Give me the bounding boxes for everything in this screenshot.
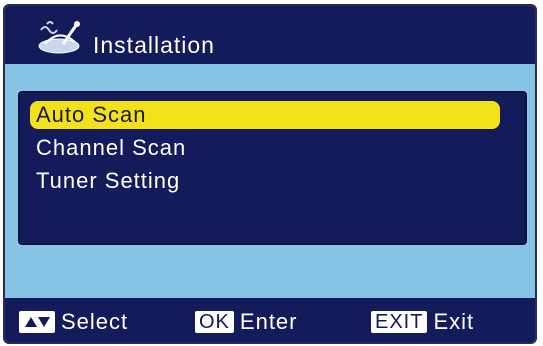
select-label: Select xyxy=(61,309,129,334)
title-bar: Installation xyxy=(5,6,535,64)
footer-hints: Select OK Enter EXIT Exit xyxy=(5,298,535,342)
satellite-dish-icon xyxy=(38,21,80,54)
exit-label: Exit xyxy=(433,309,475,334)
exit-key: EXIT xyxy=(371,311,428,333)
page-title: Installation xyxy=(93,32,215,58)
enter-label: Enter xyxy=(239,309,298,334)
exit-hint: EXIT Exit xyxy=(371,309,475,334)
menu-item-auto-scan[interactable]: Auto Scan xyxy=(30,101,500,129)
enter-hint: OK Enter xyxy=(195,309,298,334)
menu-panel: Auto Scan Channel Scan Tuner Setting xyxy=(18,91,527,245)
select-hint: Select xyxy=(19,309,129,334)
menu-item-channel-scan[interactable]: Channel Scan xyxy=(30,134,500,162)
up-down-arrows-icon xyxy=(19,311,55,333)
ok-key: OK xyxy=(195,311,234,333)
installation-menu-window: Installation Auto Scan Channel Scan Tune… xyxy=(3,4,537,344)
menu-item-tuner-setting[interactable]: Tuner Setting xyxy=(30,167,500,195)
